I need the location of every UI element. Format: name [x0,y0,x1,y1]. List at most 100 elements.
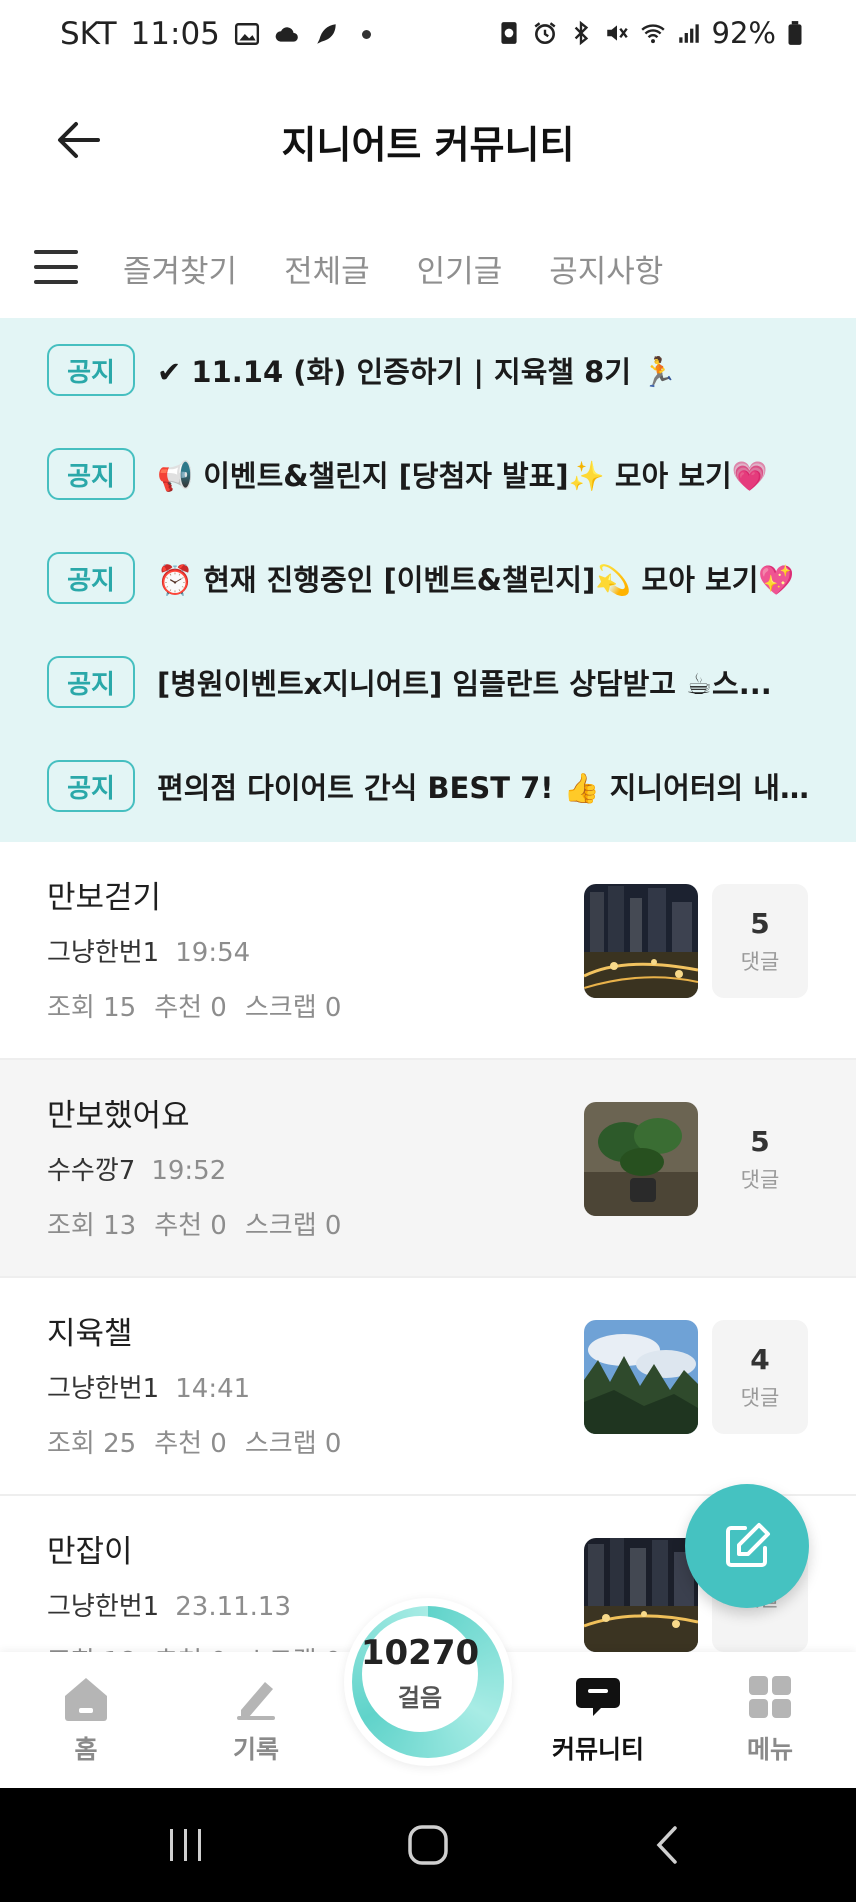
post-likes: 추천 0 [154,993,227,1023]
battery-icon [788,21,802,45]
tab-favorites[interactable]: 즐겨찾기 [123,246,237,291]
post-thumbnail[interactable] [584,1538,698,1652]
pencil-edit-icon [726,1523,770,1567]
post-views: 조회 13 [47,1211,137,1241]
post-author: 그냥한번1 [47,1374,160,1404]
post-title: 만잡이 [47,1534,133,1570]
nav-record-label: 기록 [232,1735,279,1764]
carrier-label: SKT [60,16,117,52]
write-post-button[interactable] [685,1484,809,1608]
page-title: 지니어트 커뮤니티 [281,123,575,167]
notice-text: [병원이벤트x지니어트] 임플란트 상담받고 ☕스... [157,667,772,701]
tab-all-posts[interactable]: 전체글 [284,246,370,291]
post-author: 수수깡7 [47,1156,136,1186]
comment-count: 5 [750,906,770,940]
post-views: 조회 15 [47,993,137,1023]
post-stats: 조회 15 추천 0 스크랩 0 [47,987,341,1024]
notice-badge: 공지 [47,448,135,500]
home-circle-icon [408,1825,448,1865]
tab-notices[interactable]: 공지사항 [549,246,663,291]
notice-badge: 공지 [47,344,135,396]
app-header: 지니어트 커뮤니티 [0,74,856,206]
recycle-icon [500,22,517,44]
nav-community-label: 커뮤니티 [551,1735,644,1764]
system-navigation-bar [0,1788,856,1902]
post-time: 23.11.13 [175,1592,292,1622]
nav-home-label: 홈 [74,1735,98,1764]
notice-item[interactable]: 공지 📢 이벤트&챌린지 [당첨자 발표]✨ 모아 보기💗 [0,422,856,526]
nav-menu[interactable]: 메뉴 [710,1674,830,1766]
post-title: 만보했어요 [47,1098,190,1134]
post-time: 14:41 [175,1374,251,1404]
post-meta: 그냥한번1 23.11.13 [47,1586,291,1623]
status-bar: SKT 11:05 92% [0,0,856,74]
post-meta: 그냥한번1 14:41 [47,1368,250,1405]
post-views: 조회 25 [47,1429,137,1459]
post-title: 만보걷기 [47,880,162,916]
notice-item[interactable]: 공지 편의점 다이어트 간식 BEST 7! 👍 지니어터의 내... [0,734,856,838]
nav-record[interactable]: 기록 [196,1674,316,1766]
status-left: SKT 11:05 [60,16,371,52]
recent-apps-button[interactable] [156,1818,216,1872]
signal-icon [678,24,699,43]
post-item[interactable]: 만보걷기 그냥한번1 19:54 조회 15 추천 0 스크랩 0 5 댓글 [0,842,856,1060]
notice-text: 편의점 다이어트 간식 BEST 7! 👍 지니어터의 내... [157,771,810,805]
alarm-icon [534,22,555,45]
tab-popular[interactable]: 인기글 [417,246,503,291]
home-icon [65,1678,107,1721]
gallery-icon [234,23,259,45]
status-right: 92% [496,16,804,50]
grid-icon [749,1676,791,1718]
post-item[interactable]: 만보했어요 수수깡7 19:52 조회 13 추천 0 스크랩 0 5 댓글 [0,1060,856,1278]
night-city-photo [584,1538,698,1652]
post-time: 19:54 [175,938,251,968]
notice-badge: 공지 [47,656,135,708]
cloud-icon [275,27,298,42]
post-likes: 추천 0 [154,1211,227,1241]
post-scraps: 스크랩 0 [244,1429,342,1459]
notice-badge: 공지 [47,760,135,812]
notice-item[interactable]: 공지 [병원이벤트x지니어트] 임플란트 상담받고 ☕스... [0,630,856,734]
notice-item[interactable]: 공지 ✔ 11.14 (화) 인증하기 | 지육챌 8기 🏃 [0,318,856,422]
post-likes: 추천 0 [154,1429,227,1459]
chat-bubble-icon [576,1678,620,1716]
quill-icon [317,24,336,44]
comment-count-box: 4 댓글 [712,1320,808,1434]
post-scraps: 스크랩 0 [244,1211,342,1241]
home-system-button[interactable] [398,1818,458,1872]
back-system-button[interactable] [638,1818,698,1872]
nav-menu-label: 메뉴 [746,1735,793,1764]
comment-label: 댓글 [740,1167,780,1192]
step-counter-center: 10270 걸음 [360,1616,480,1732]
battery-percent: 92% [711,16,776,50]
comment-label: 댓글 [740,1385,780,1410]
notice-badge: 공지 [47,552,135,604]
pencil-icon [237,1682,275,1720]
mute-icon [606,25,628,41]
bluetooth-icon [574,20,588,46]
nav-community[interactable]: 커뮤니티 [538,1674,658,1766]
category-tabs: 즐겨찾기 전체글 인기글 공지사항 [0,222,856,318]
post-title: 지육챌 [47,1316,133,1352]
tab-list: 즐겨찾기 전체글 인기글 공지사항 [123,246,663,291]
night-city-photo [584,884,698,998]
post-item[interactable]: 지육챌 그냥한번1 14:41 조회 25 추천 0 스크랩 0 4 댓글 [0,1278,856,1496]
step-counter-button[interactable]: 10270 걸음 [344,1598,512,1766]
post-meta: 수수깡7 19:52 [47,1150,226,1187]
notice-text: ⏰ 현재 진행중인 [이벤트&챌린지]💫 모아 보기💖 [157,563,795,597]
comment-count: 4 [750,1342,770,1376]
notice-item[interactable]: 공지 ⏰ 현재 진행중인 [이벤트&챌린지]💫 모아 보기💖 [0,526,856,630]
notice-list: 공지 ✔ 11.14 (화) 인증하기 | 지육챌 8기 🏃 공지 📢 이벤트&… [0,318,856,842]
step-label: 걸음 [397,1683,443,1712]
wifi-icon [640,24,665,44]
recent-apps-icon [170,1829,201,1861]
notification-dot [361,29,371,39]
post-thumbnail[interactable] [584,1320,698,1434]
step-count: 10270 [360,1632,480,1673]
post-meta: 그냥한번1 19:54 [47,932,250,969]
hamburger-icon[interactable] [34,250,78,284]
post-thumbnail[interactable] [584,884,698,998]
nav-home[interactable]: 홈 [26,1674,146,1766]
post-thumbnail[interactable] [584,1102,698,1216]
post-stats: 조회 25 추천 0 스크랩 0 [47,1423,341,1460]
